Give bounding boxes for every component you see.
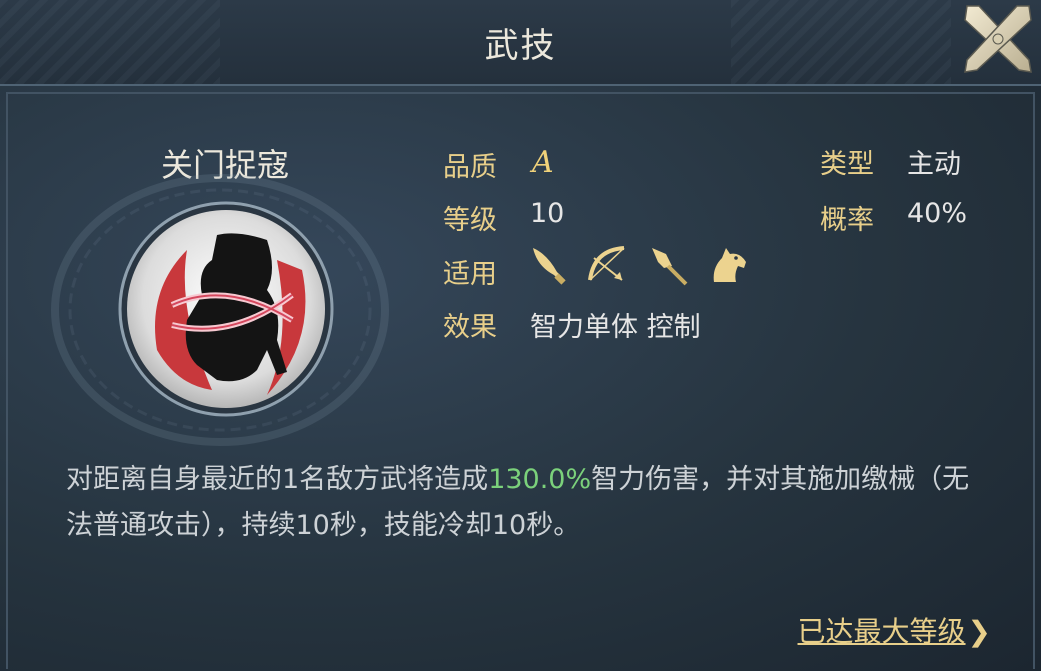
effect-value: 智力单体 控制 — [530, 312, 701, 343]
skill-panel: 武技 关门捉寇 品质 A 等级 10 适用 效果 智力单体 控制 类型 主动 概… — [0, 0, 1041, 671]
close-button[interactable] — [961, 2, 1035, 76]
max-level-label: 已达最大等级 — [797, 615, 966, 648]
title-bar: 武技 — [0, 0, 1041, 86]
skill-portrait-icon — [118, 201, 334, 417]
chance-value: 40% — [907, 198, 968, 229]
applicable-label: 适用 — [443, 259, 497, 290]
quality-label: 品质 — [443, 152, 497, 183]
close-icon — [964, 5, 1032, 73]
damage-percent: 130.0% — [488, 464, 592, 495]
quality-value: A — [532, 145, 554, 180]
page-title: 武技 — [484, 26, 557, 66]
max-level-link[interactable]: 已达最大等级❯ — [798, 610, 991, 650]
spear-icon — [652, 248, 688, 286]
type-value: 主动 — [907, 149, 961, 180]
level-label: 等级 — [443, 205, 497, 236]
type-label: 类型 — [820, 149, 874, 180]
level-value: 10 — [530, 198, 565, 229]
effect-label: 效果 — [443, 312, 497, 343]
bow-icon — [588, 246, 625, 281]
horse-icon — [713, 248, 746, 282]
sword-icon — [533, 248, 566, 285]
chance-label: 概率 — [820, 205, 874, 236]
chevron-right-icon: ❯ — [967, 615, 991, 648]
description-text: 对距离自身最近的1名敌方武将造成 — [66, 464, 489, 495]
skill-description: 对距离自身最近的1名敌方武将造成130.0%智力伤害，并对其施加缴械（无法普通攻… — [66, 457, 986, 549]
